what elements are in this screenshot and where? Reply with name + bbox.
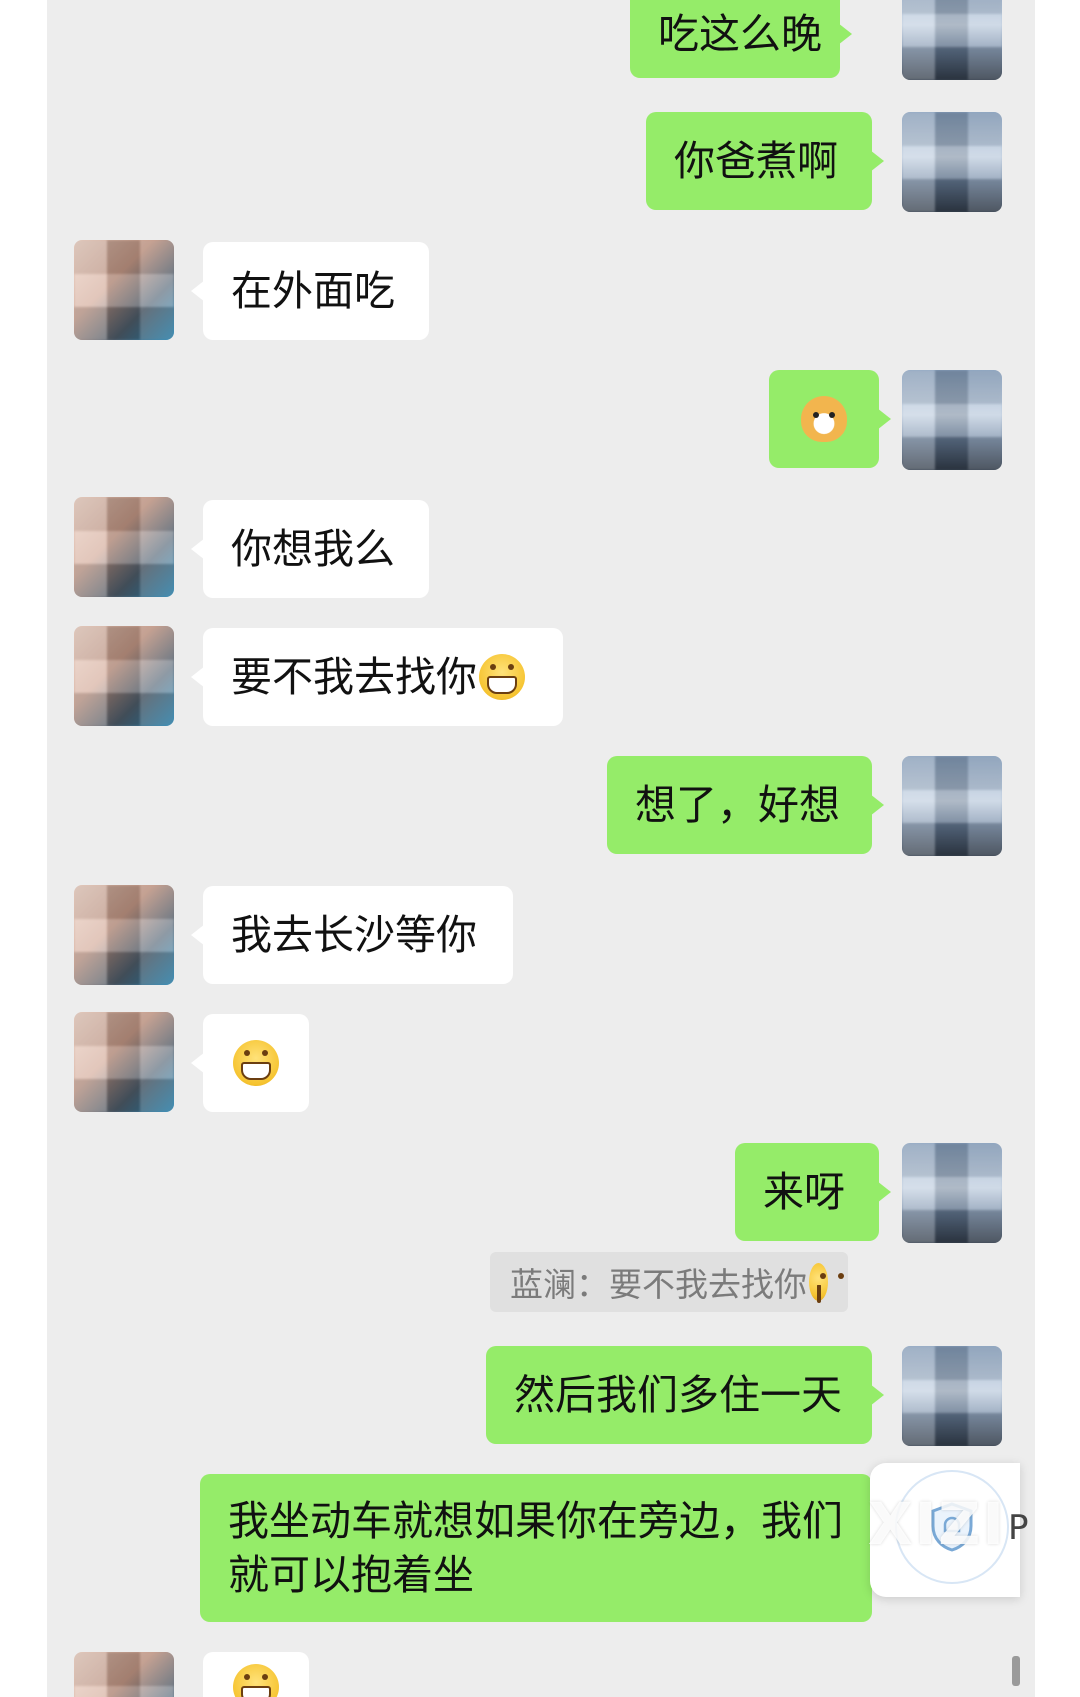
- avatar[interactable]: [74, 885, 174, 985]
- message-text: 想了，好想: [635, 781, 840, 829]
- grin-emoji-icon: grin: [809, 1263, 828, 1303]
- message-text: 我去长沙等你: [231, 911, 477, 959]
- avatar[interactable]: [74, 240, 174, 340]
- message-text: 要不我去找你: [231, 653, 477, 701]
- doge-emoji-icon: doge: [801, 396, 847, 442]
- quoted-text: 蓝澜：要不我去找你: [510, 1265, 807, 1304]
- message-text: 来呀: [763, 1168, 845, 1216]
- avatar[interactable]: [902, 112, 1002, 212]
- message-text: 你想我么: [231, 525, 395, 573]
- avatar[interactable]: [74, 1652, 174, 1697]
- message-bubble[interactable]: 你爸煮啊: [646, 112, 884, 210]
- message-bubble[interactable]: 想了，好想: [607, 756, 884, 854]
- message-text: 吃这么晚: [658, 10, 822, 58]
- avatar[interactable]: [902, 370, 1002, 470]
- message-bubble[interactable]: 我去长沙等你: [191, 886, 513, 984]
- grin-emoji-icon: grin: [233, 1040, 279, 1086]
- avatar[interactable]: [74, 626, 174, 726]
- grin-emoji-icon: grin: [233, 1664, 279, 1697]
- scrollbar-thumb[interactable]: [1012, 1656, 1020, 1686]
- avatar[interactable]: [74, 1012, 174, 1112]
- widget-label: P: [1008, 1508, 1029, 1548]
- message-bubble[interactable]: 然后我们多住一天: [486, 1346, 884, 1444]
- message-bubble[interactable]: grin: [191, 1014, 309, 1112]
- message-text-line1: 我坐动车就想如果你在旁边，我们: [228, 1497, 843, 1545]
- site-watermark: XIZI: [868, 1490, 1006, 1558]
- message-bubble[interactable]: 吃这么晚: [630, 0, 852, 78]
- message-bubble[interactable]: 我坐动车就想如果你在旁边，我们 就可以抱着坐: [200, 1474, 884, 1622]
- quoted-message[interactable]: 蓝澜：要不我去找你 grin: [490, 1252, 848, 1312]
- message-text: 然后我们多住一天: [514, 1371, 842, 1419]
- message-text: 在外面吃: [231, 267, 395, 315]
- message-bubble[interactable]: grin: [191, 1652, 309, 1697]
- message-text: 你爸煮啊: [674, 137, 838, 185]
- message-bubble[interactable]: 来呀: [735, 1143, 891, 1241]
- message-bubble[interactable]: doge: [769, 370, 891, 468]
- message-bubble[interactable]: 在外面吃: [191, 242, 429, 340]
- avatar[interactable]: [74, 497, 174, 597]
- message-bubble[interactable]: 你想我么: [191, 500, 429, 598]
- avatar[interactable]: [902, 1143, 1002, 1243]
- message-text-line2: 就可以抱着坐: [228, 1551, 474, 1599]
- avatar[interactable]: [902, 1346, 1002, 1446]
- chat-area: 吃这么晚 你爸煮啊 在外面吃 doge 你想我么 要不我去找你 gr: [47, 0, 1035, 1697]
- avatar[interactable]: [902, 756, 1002, 856]
- grin-emoji-icon: grin: [479, 654, 525, 700]
- message-bubble[interactable]: 要不我去找你 grin: [191, 628, 563, 726]
- avatar[interactable]: [902, 0, 1002, 80]
